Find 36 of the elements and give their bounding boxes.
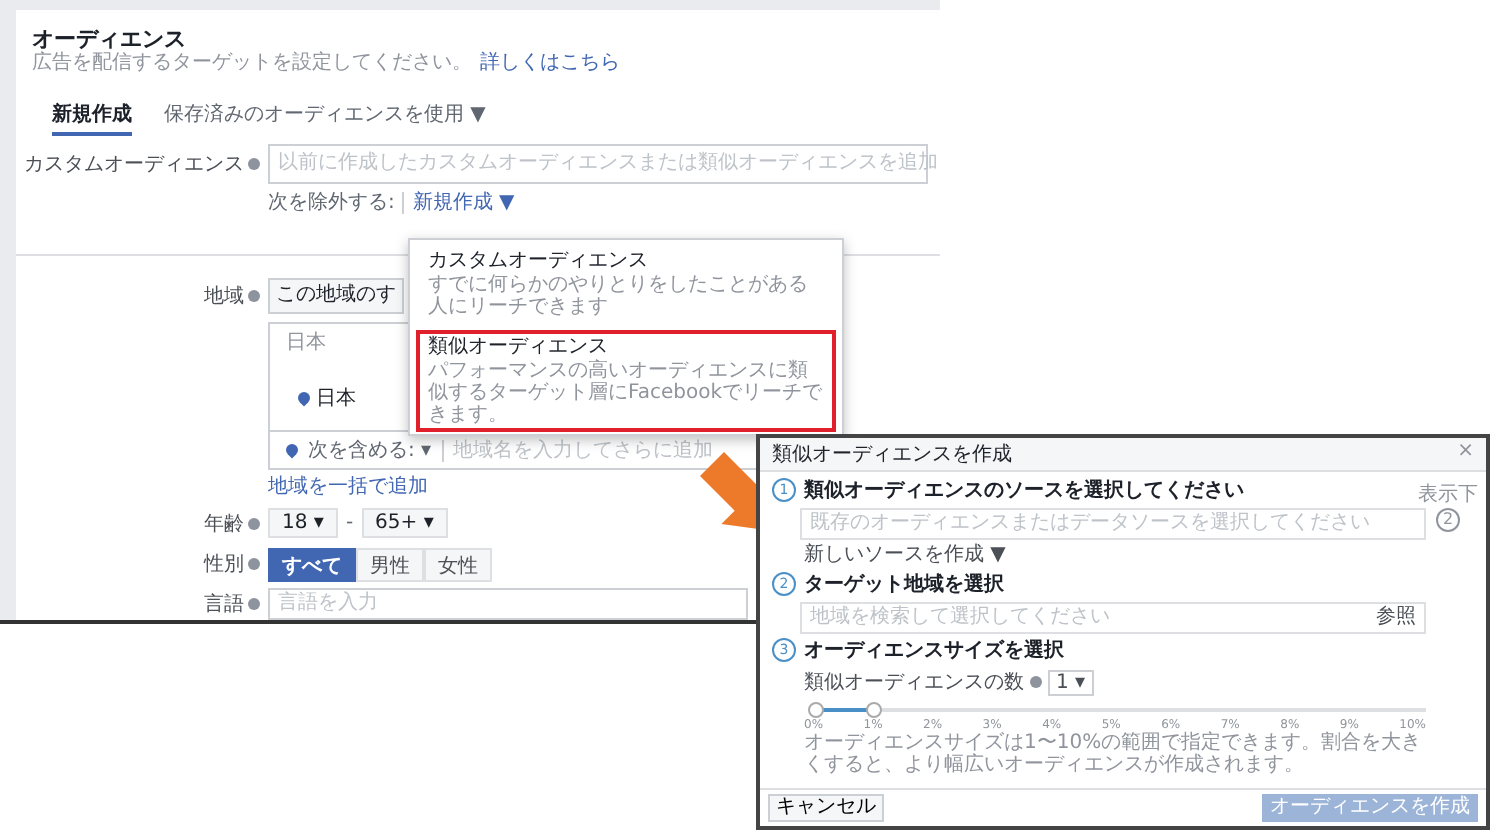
- menu-item[interactable]: カスタムオーディエンス すでに何らかのやりとりをしたことがある人にリーチできます: [410, 240, 842, 328]
- bulk-add-link[interactable]: 地域を一括で追加: [268, 472, 428, 500]
- gender-button[interactable]: 男性: [356, 547, 424, 581]
- exclude-label: 次を除外する:: [268, 190, 395, 216]
- section-title: オーディエンス: [30, 26, 188, 52]
- field-label: カスタムオーディエンス: [24, 152, 244, 178]
- location-header: 日本: [284, 329, 328, 358]
- age-min-select[interactable]: 18 ▾: [268, 508, 338, 538]
- menu-item[interactable]: 類似オーディエンス パフォーマンスの高いオーディエンスに類似するターゲット層にFacebookでリーチできます。: [416, 330, 836, 432]
- new-source-link[interactable]: 新しいソースを作成 ▼: [804, 540, 1006, 568]
- side-note: 表示下: [1418, 481, 1478, 508]
- size-description: オーディエンスサイズは1〜10%の範囲で指定できます。割合を大きくすると、より幅広いオーディエンスが作成されます。: [804, 734, 1424, 776]
- cancel-button[interactable]: キャンセル: [768, 794, 884, 822]
- gender-button[interactable]: 女性: [424, 547, 492, 581]
- tab[interactable]: 新規作成: [52, 104, 132, 136]
- age-separator: -: [345, 512, 354, 534]
- count-label: 類似オーディエンスの数: [804, 669, 1024, 696]
- step-title: ターゲット地域を選択: [804, 571, 1004, 598]
- dialog-title: 類似オーディエンスを作成: [772, 441, 1012, 468]
- field-label: 言語: [204, 591, 244, 618]
- region-select[interactable]: この地域のす: [268, 278, 404, 314]
- tab[interactable]: 保存済みのオーディエンスを使用 ▼: [164, 104, 486, 136]
- include-dropdown[interactable]: 次を含める: ▾: [308, 436, 432, 464]
- step-title: 類似オーディエンスのソースを選択してください: [804, 477, 1244, 504]
- field-label: 性別: [204, 551, 244, 578]
- section-subtitle: 広告を配信するターゲットを設定してください。: [32, 52, 472, 76]
- learn-more-link[interactable]: 詳しくはこちら: [480, 52, 620, 76]
- location-label: 日本: [316, 385, 356, 411]
- count-select[interactable]: 1 ▾: [1048, 669, 1094, 695]
- age-max-select[interactable]: 65+ ▾: [361, 508, 448, 538]
- create-new-link[interactable]: 新規作成 ▼: [412, 188, 515, 216]
- count-badge: 2: [1436, 508, 1460, 532]
- field-label: 年齢: [204, 511, 244, 537]
- gender-button[interactable]: すべて: [268, 547, 356, 581]
- field-label: 地域: [204, 283, 244, 310]
- step-title: オーディエンスサイズを選択: [804, 637, 1064, 664]
